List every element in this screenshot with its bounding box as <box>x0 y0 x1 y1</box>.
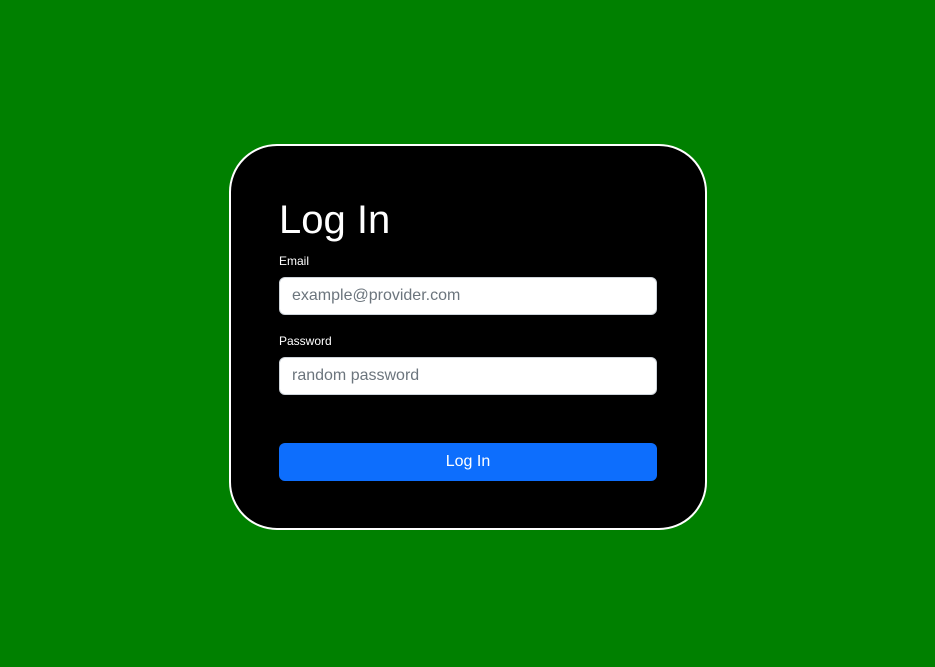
login-button[interactable]: Log In <box>279 443 657 481</box>
login-card: Log In Email Password Log In <box>229 144 707 530</box>
password-field[interactable] <box>279 357 657 395</box>
password-label: Password <box>279 334 332 348</box>
page-title: Log In <box>279 198 391 242</box>
email-label: Email <box>279 254 310 268</box>
email-field[interactable] <box>279 277 657 315</box>
